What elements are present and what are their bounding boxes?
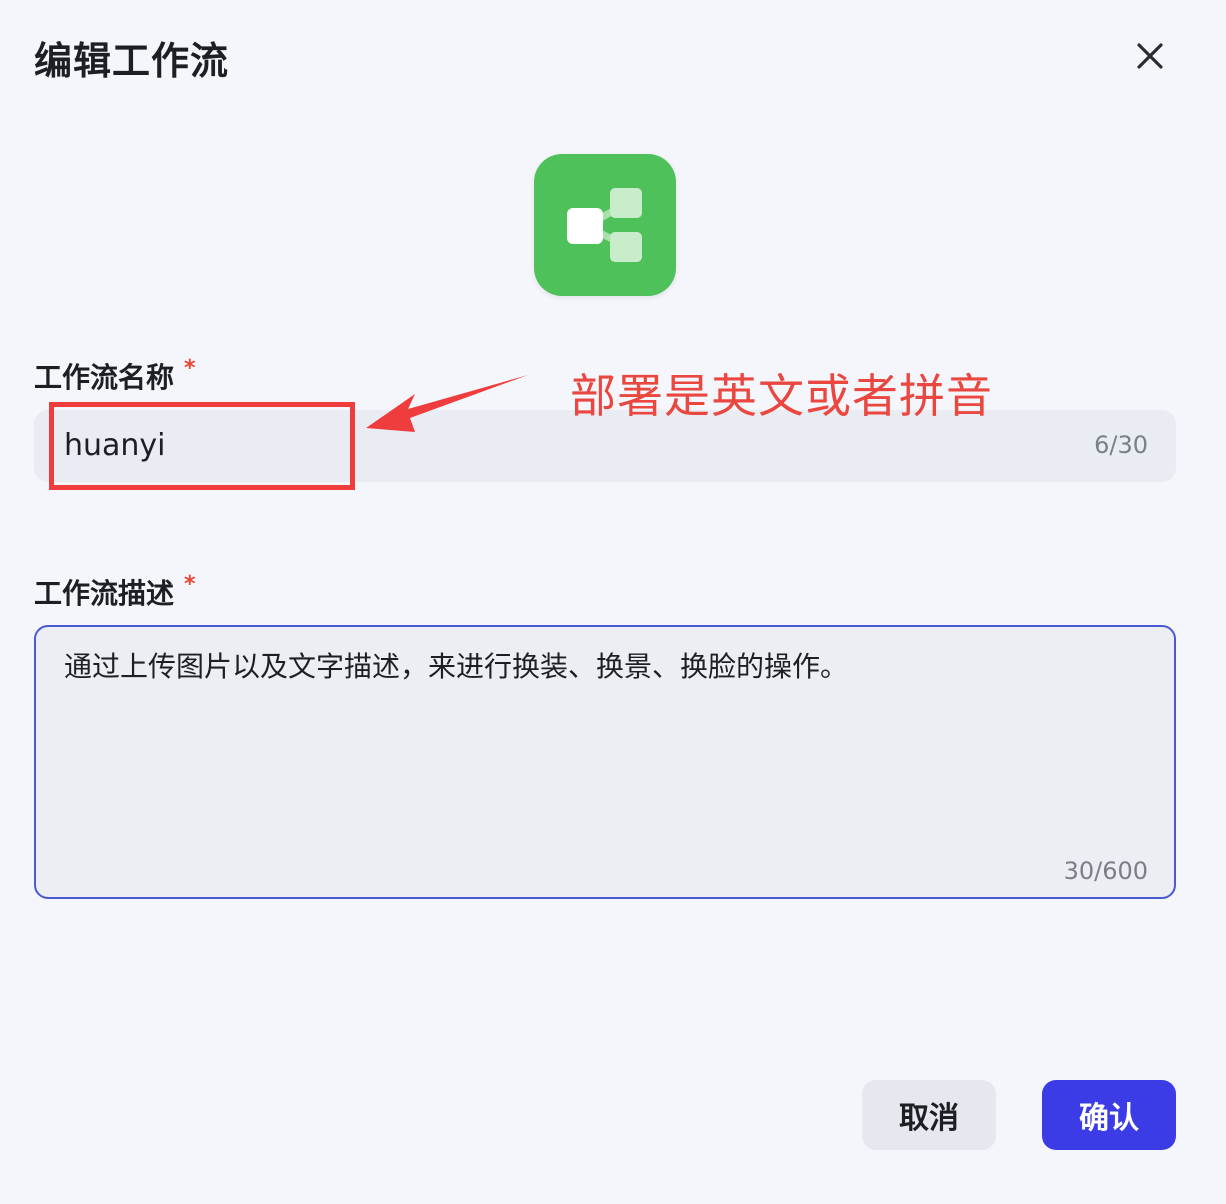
annotation-arrow-icon xyxy=(366,375,528,432)
annotation-note: 部署是英文或者拼音 xyxy=(570,369,993,423)
confirm-button[interactable]: 确认 xyxy=(1042,1080,1176,1150)
edit-workflow-dialog: 编辑工作流 工作流名称 * huanyi 6/30 工作流描述 * 通过上传图片以及… xyxy=(0,0,1226,1204)
cancel-button[interactable]: 取消 xyxy=(862,1080,996,1150)
